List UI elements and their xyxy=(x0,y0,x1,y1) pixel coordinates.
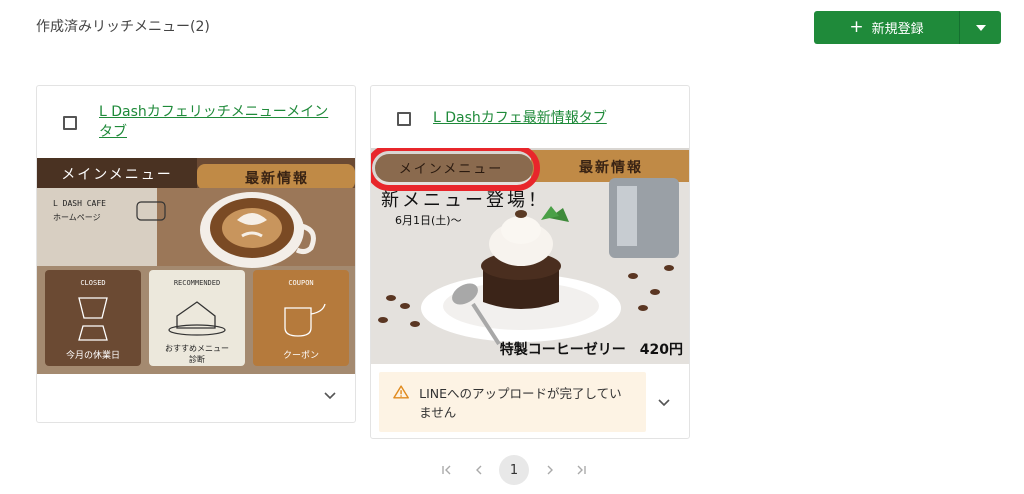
brand-line2: ホームページ xyxy=(53,213,101,222)
richmenu-title-link[interactable]: L Dashカフェリッチメニューメインタブ xyxy=(99,102,339,142)
chevron-right-icon xyxy=(547,465,553,475)
warning-icon xyxy=(393,385,409,399)
first-page-icon xyxy=(442,465,451,475)
tab-news-label: 最新情報 xyxy=(579,159,643,176)
plus-icon: + xyxy=(849,17,864,37)
next-page-button[interactable] xyxy=(539,459,561,481)
richmenu-thumbnail: メインメニュー 最新情報 L DASH CAFE ホームページ CLOSED R… xyxy=(37,158,355,374)
tile1-bottom: 今月の休業日 xyxy=(66,349,120,361)
tab-main-label: メインメニュー xyxy=(399,162,504,177)
tile3-bottom: クーポン xyxy=(283,350,319,361)
tile1-top: CLOSED xyxy=(80,279,105,287)
caret-down-icon xyxy=(975,24,986,31)
current-page[interactable]: 1 xyxy=(499,455,529,485)
tile2-top: RECOMMENDED xyxy=(174,279,220,287)
chevron-left-icon xyxy=(475,465,481,475)
first-page-button[interactable] xyxy=(436,459,458,481)
select-checkbox[interactable] xyxy=(397,112,411,126)
brand-line1: L DASH CAFE xyxy=(53,199,106,208)
new-register-label: 新規登録 xyxy=(871,22,924,37)
last-page-button[interactable] xyxy=(570,459,592,481)
tab-main-label: メインメニュー xyxy=(61,167,173,183)
page-title: 作成済みリッチメニュー(2) xyxy=(36,19,210,35)
richmenu-card: L Dashカフェリッチメニューメインタブ メインメニュー 最新情報 L DAS… xyxy=(36,85,356,423)
tab-news-label: 最新情報 xyxy=(245,170,309,187)
expand-chevron-icon[interactable] xyxy=(320,386,340,406)
richmenu-thumbnail: 最新情報 メインメニュー 新メニュー登場！ 6月1日(土)〜 特製コーヒーゼリー… xyxy=(371,148,689,364)
pagination: 1 xyxy=(436,454,592,486)
new-register-button[interactable]: + 新規登録 xyxy=(814,11,960,44)
product-label: 特製コーヒーゼリー 420円 xyxy=(500,341,683,358)
richmenu-title-link[interactable]: L Dashカフェ最新情報タブ xyxy=(433,108,673,128)
prev-page-button[interactable] xyxy=(468,459,490,481)
tile2-bottom-line1: おすすめメニュー xyxy=(165,344,229,353)
last-page-icon xyxy=(577,465,586,475)
select-checkbox[interactable] xyxy=(63,116,77,130)
date-label: 6月1日(土)〜 xyxy=(395,214,462,227)
new-button-group: + 新規登録 xyxy=(814,11,1001,44)
headline: 新メニュー登場！ xyxy=(381,190,549,211)
new-register-dropdown-button[interactable] xyxy=(960,11,1001,44)
warning-text: LINEへのアップロードが完了していません xyxy=(419,386,622,420)
tile3-top: COUPON xyxy=(288,279,313,287)
tile2-bottom-line2: 診断 xyxy=(189,354,205,364)
upload-warning: LINEへのアップロードが完了していません xyxy=(379,372,646,432)
richmenu-card: L Dashカフェ最新情報タブ 最新情報 メインメニュー 新メニュー登場！ 6月… xyxy=(370,85,690,439)
expand-chevron-icon[interactable] xyxy=(654,393,674,413)
